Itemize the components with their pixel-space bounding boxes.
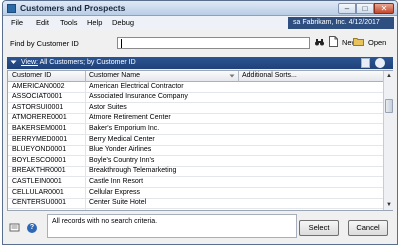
minimize-button[interactable]: – (338, 3, 356, 14)
column-separator (238, 71, 239, 82)
collapse-icon[interactable] (375, 58, 385, 68)
menu-bar: File Edit Tools Help Debug sa Fabrikam, … (3, 16, 397, 30)
cell-customer-id: BAKERSEM0001 (12, 124, 67, 132)
find-customer-id-input[interactable] (117, 37, 310, 49)
vertical-scrollbar[interactable]: ▲ ▼ (383, 71, 393, 210)
cell-customer-name: Astor Suites (89, 103, 127, 111)
open-button[interactable]: Open (368, 38, 386, 47)
close-button[interactable]: ✕ (374, 3, 394, 14)
select-button[interactable]: Select (299, 220, 339, 236)
scrollbar-thumb[interactable] (385, 99, 393, 113)
table-row[interactable]: BOYLESCO0001 Boyle's Country Inn's (8, 156, 383, 167)
grid-header: Customer ID Customer Name Additional Sor… (8, 71, 383, 82)
cell-customer-id: BERRYMED0001 (12, 135, 68, 143)
table-row[interactable]: ASTORSUI0001 Astor Suites (8, 103, 383, 114)
cell-customer-name: Blue Yonder Airlines (89, 146, 152, 154)
column-separator (85, 71, 86, 82)
note-pad-icon[interactable] (9, 223, 20, 232)
menu-help[interactable]: Help (87, 18, 102, 27)
cell-customer-name: Cellular Express (89, 188, 140, 196)
menu-file[interactable]: File (11, 18, 23, 27)
scroll-down-icon[interactable]: ▼ (385, 201, 393, 209)
cell-customer-id: BOYLESCO0001 (12, 156, 67, 164)
cell-customer-name: Breakthrough Telemarketing (89, 167, 177, 175)
cell-customer-name: Berry Medical Center (89, 135, 155, 143)
cell-customer-name: American Electrical Contractor (89, 82, 184, 90)
cell-customer-id: ASSOCIAT0001 (12, 93, 63, 101)
title-bar: Customers and Prospects – □ ✕ (3, 1, 397, 16)
view-bar[interactable]: View: All Customers; by Customer ID (7, 57, 393, 69)
cell-customer-id: BREAKTHR0001 (12, 167, 66, 175)
table-row[interactable]: BREAKTHR0001 Breakthrough Telemarketing (8, 167, 383, 178)
cell-customer-id: CELLULAR0001 (12, 188, 64, 196)
note-icon[interactable] (361, 58, 370, 68)
cell-customer-name: Castle Inn Resort (89, 177, 144, 185)
table-row[interactable]: AMERICAN0002 American Electrical Contract… (8, 82, 383, 93)
cell-customer-name: Boyle's Country Inn's (89, 156, 155, 164)
view-label[interactable]: View: All Customers; by Customer ID (21, 59, 136, 66)
status-text: All records with no search criteria. (52, 218, 158, 225)
maximize-button[interactable]: □ (356, 3, 374, 14)
find-row: Find by Customer ID New Open (3, 31, 397, 55)
company-info-bar: sa Fabrikam, Inc. 4/12/2017 (288, 17, 394, 29)
cell-customer-id: AMERICAN0002 (12, 82, 65, 90)
text-caret (121, 39, 122, 48)
status-message-box: All records with no search criteria. (47, 214, 297, 238)
cell-customer-id: CENTERSU0001 (12, 199, 67, 207)
menu-edit[interactable]: Edit (36, 18, 49, 27)
cancel-button[interactable]: Cancel (348, 220, 388, 236)
scroll-up-icon[interactable]: ▲ (385, 72, 393, 80)
new-document-icon[interactable] (329, 36, 338, 47)
window-title: Customers and Prospects (20, 3, 126, 13)
sort-arrow-icon (229, 74, 235, 78)
cell-customer-name: Atmore Retirement Center (89, 114, 171, 122)
customer-list-grid: Customer ID Customer Name Additional Sor… (7, 70, 393, 211)
cell-customer-id: ASTORSUI0001 (12, 103, 64, 111)
column-header-customer-name[interactable]: Customer Name (89, 72, 140, 79)
find-label: Find by Customer ID (10, 39, 79, 48)
column-header-customer-id[interactable]: Customer ID (12, 72, 51, 79)
menu-tools[interactable]: Tools (60, 18, 78, 27)
cell-customer-id: BLUEYOND0001 (12, 146, 67, 154)
app-icon (7, 4, 16, 13)
chevron-down-icon[interactable] (10, 59, 17, 66)
table-row[interactable]: CASTLEIN0001 Castle Inn Resort (8, 177, 383, 188)
lookup-binoculars-icon[interactable] (315, 38, 324, 46)
cell-customer-id: ATMORERE0001 (12, 114, 67, 122)
table-row[interactable]: ATMORERE0001 Atmore Retirement Center (8, 114, 383, 125)
column-header-additional-sorts[interactable]: Additional Sorts... (242, 72, 297, 79)
table-row[interactable]: CELLULAR0001 Cellular Express (8, 188, 383, 199)
cell-customer-name: Baker's Emporium Inc. (89, 124, 160, 132)
customers-prospects-window: Customers and Prospects – □ ✕ File Edit … (2, 0, 398, 245)
cell-customer-id: CASTLEIN0001 (12, 177, 62, 185)
grid-rows: AMERICAN0002 American Electrical Contract… (8, 82, 383, 210)
cell-customer-name: Center Suite Hotel (89, 199, 147, 207)
open-folder-icon[interactable] (353, 37, 364, 46)
table-row[interactable]: BERRYMED0001 Berry Medical Center (8, 135, 383, 146)
table-row[interactable]: CENTERSU0001 Center Suite Hotel (8, 199, 383, 210)
cell-customer-name: Associated Insurance Company (89, 93, 188, 101)
menu-debug[interactable]: Debug (112, 18, 134, 27)
help-icon[interactable]: ? (27, 223, 37, 233)
table-row[interactable]: BAKERSEM0001 Baker's Emporium Inc. (8, 124, 383, 135)
table-row[interactable]: ASSOCIAT0001 Associated Insurance Company (8, 93, 383, 104)
table-row[interactable]: BLUEYOND0001 Blue Yonder Airlines (8, 146, 383, 157)
